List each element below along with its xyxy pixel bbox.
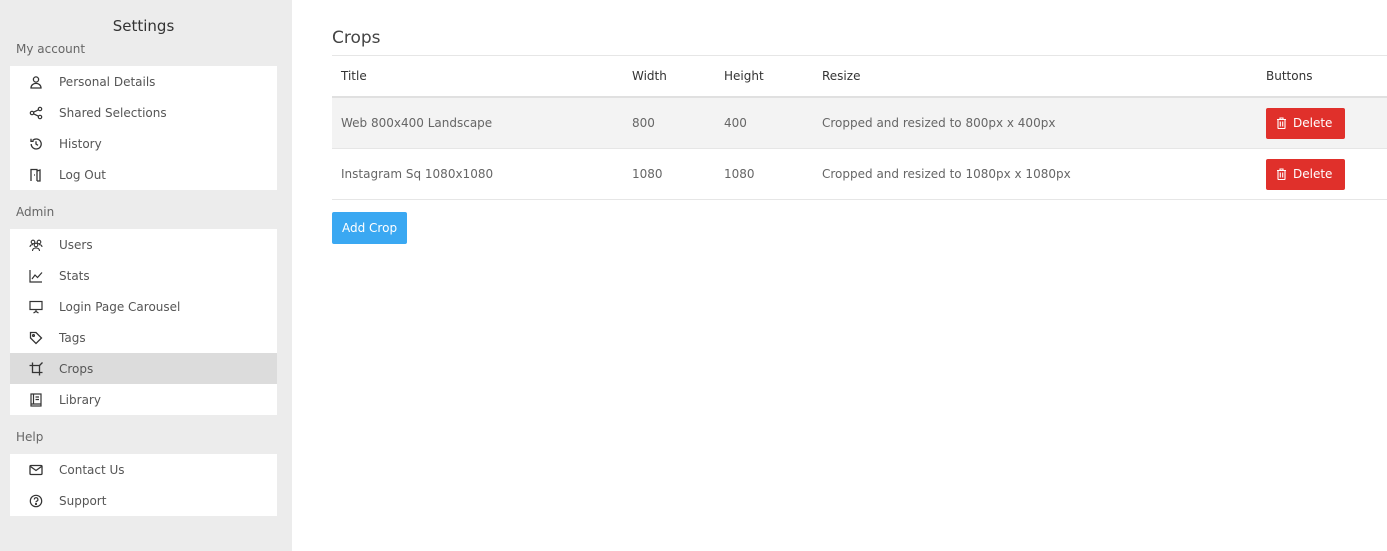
- crop-height: 400: [715, 97, 813, 149]
- section-label-admin: Admin: [16, 205, 55, 219]
- tag-icon: [29, 331, 43, 345]
- line-chart-icon: [29, 269, 43, 283]
- main-content: Crops Title Width Height Resize Buttons …: [332, 0, 1387, 244]
- sidebar-item-stats[interactable]: Stats: [10, 260, 277, 291]
- mail-icon: [29, 463, 43, 477]
- menu-admin: Users Stats Login Page Carousel Tags Cro…: [10, 229, 277, 415]
- sidebar-item-label: Library: [59, 392, 101, 407]
- share-icon: [29, 106, 43, 120]
- sidebar-item-label: Tags: [59, 330, 86, 345]
- sidebar-item-label: Log Out: [59, 167, 107, 182]
- book-icon: [29, 392, 43, 407]
- section-label-my-account: My account: [16, 42, 86, 56]
- column-header-resize: Resize: [813, 56, 1257, 98]
- delete-button[interactable]: Delete: [1266, 158, 1346, 190]
- buttons-cell: Delete: [1257, 97, 1387, 149]
- sidebar-item-tags[interactable]: Tags: [10, 322, 277, 353]
- menu-help: Contact Us Support: [10, 454, 277, 516]
- sidebar-item-history[interactable]: History: [10, 128, 277, 159]
- sidebar-item-library[interactable]: Library: [10, 384, 277, 415]
- logout-door-icon: [29, 168, 43, 182]
- history-icon: [29, 137, 43, 151]
- sidebar-item-login-page-carousel[interactable]: Login Page Carousel: [10, 291, 277, 322]
- users-icon: [29, 238, 43, 252]
- presentation-icon: [29, 300, 43, 314]
- sidebar-item-contact-us[interactable]: Contact Us: [10, 454, 277, 485]
- crop-width: 1080: [623, 148, 715, 200]
- sidebar-item-label: Login Page Carousel: [59, 299, 181, 314]
- sidebar-item-label: History: [59, 136, 102, 151]
- column-header-height: Height: [715, 56, 813, 98]
- crop-title: Web 800x400 Landscape: [332, 97, 623, 149]
- sidebar-item-shared-selections[interactable]: Shared Selections: [10, 97, 277, 128]
- delete-button[interactable]: Delete: [1266, 107, 1346, 139]
- add-crop-button[interactable]: Add Crop: [332, 212, 408, 244]
- sidebar-item-users[interactable]: Users: [10, 229, 277, 260]
- sidebar-item-label: Stats: [59, 268, 90, 283]
- buttons-cell: Delete: [1257, 148, 1387, 200]
- menu-my-account: Personal Details Shared Selections Histo…: [10, 66, 277, 190]
- sidebar-item-crops[interactable]: Crops: [10, 353, 277, 384]
- sidebar-item-label: Shared Selections: [59, 105, 167, 120]
- page-title: Crops: [332, 28, 1387, 56]
- crop-height: 1080: [715, 148, 813, 200]
- trash-icon: [1277, 168, 1286, 180]
- delete-button-label: Delete: [1293, 167, 1333, 181]
- crop-resize: Cropped and resized to 800px x 400px: [813, 97, 1257, 149]
- crops-table: Title Width Height Resize Buttons Web 80…: [332, 56, 1387, 200]
- table-row: Web 800x400 Landscape 800 400 Cropped an…: [332, 97, 1387, 149]
- sidebar-item-label: Contact Us: [59, 462, 125, 477]
- crop-title: Instagram Sq 1080x1080: [332, 148, 623, 200]
- sidebar-item-label: Crops: [59, 361, 94, 376]
- sidebar-item-label: Personal Details: [59, 74, 156, 89]
- trash-icon: [1277, 117, 1286, 129]
- column-header-buttons: Buttons: [1257, 56, 1387, 98]
- help-circle-icon: [29, 494, 43, 508]
- sidebar-title: Settings: [112, 17, 175, 35]
- sidebar-item-label: Support: [59, 493, 107, 508]
- sidebar-item-log-out[interactable]: Log Out: [10, 159, 277, 190]
- sidebar-item-label: Users: [59, 237, 93, 252]
- table-header-row: Title Width Height Resize Buttons: [332, 56, 1387, 98]
- settings-sidebar: Settings My account Personal Details Sha…: [0, 0, 292, 551]
- column-header-title: Title: [332, 56, 623, 98]
- sidebar-item-personal-details[interactable]: Personal Details: [10, 66, 277, 97]
- crop-icon: [29, 361, 43, 376]
- crop-width: 800: [623, 97, 715, 149]
- column-header-width: Width: [623, 56, 715, 98]
- user-icon: [29, 75, 43, 89]
- crop-resize: Cropped and resized to 1080px x 1080px: [813, 148, 1257, 200]
- delete-button-label: Delete: [1293, 116, 1333, 130]
- table-row: Instagram Sq 1080x1080 1080 1080 Cropped…: [332, 148, 1387, 200]
- section-label-help: Help: [16, 430, 44, 444]
- sidebar-item-support[interactable]: Support: [10, 485, 277, 516]
